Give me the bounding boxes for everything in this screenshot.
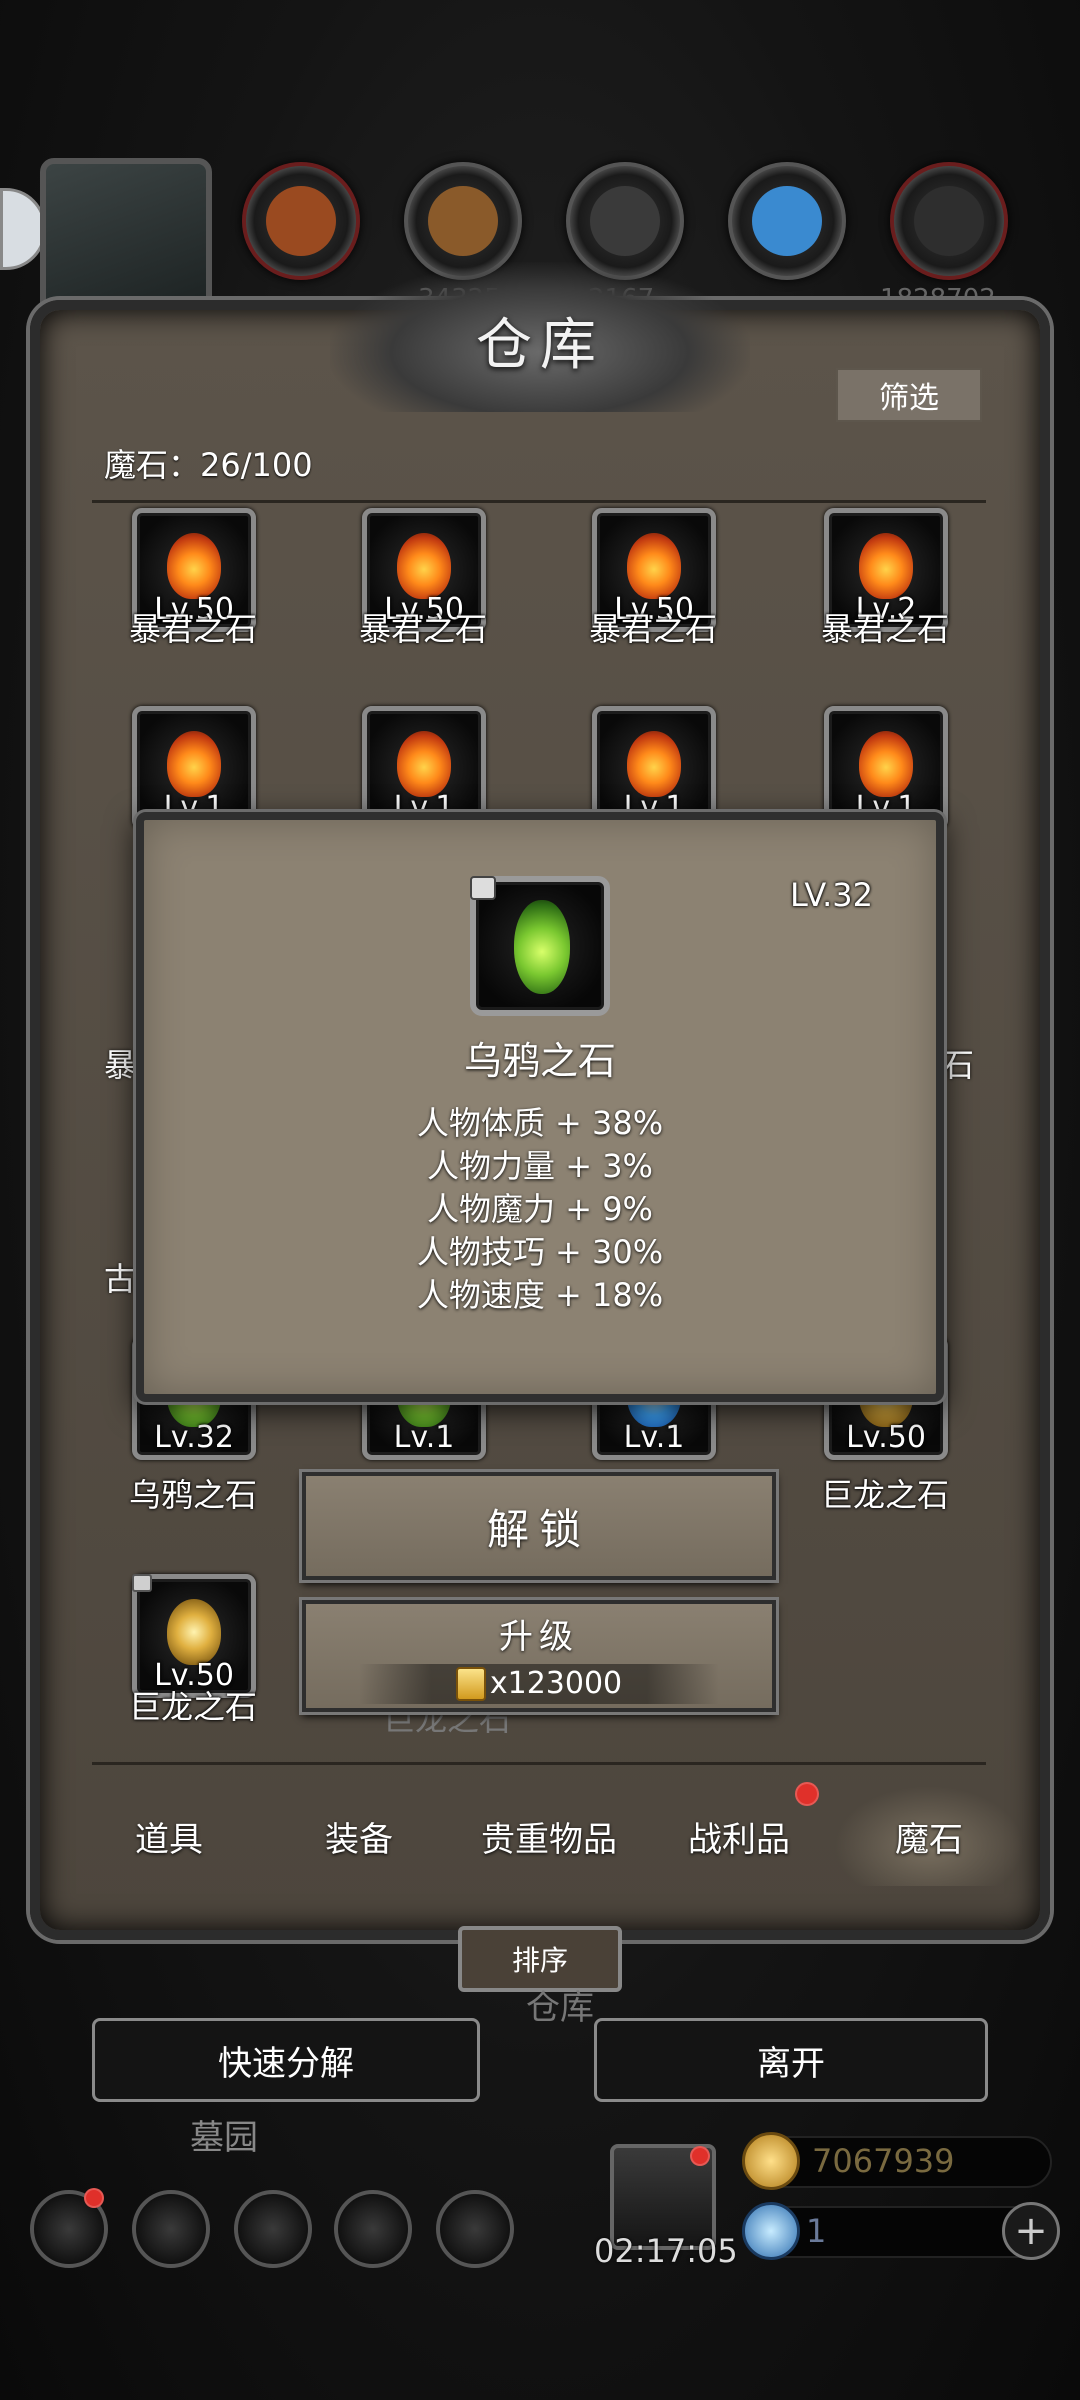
upgrade-button[interactable]: 升级 x123000	[302, 1600, 776, 1712]
lock-icon	[470, 876, 496, 900]
divider	[92, 1762, 986, 1765]
green-gem-icon	[514, 900, 570, 994]
fire-gem-icon	[167, 533, 221, 599]
stat-magic: 人物魔力 + 9%	[427, 1190, 653, 1228]
gold-coin-icon	[742, 2132, 800, 2190]
tab-equipment[interactable]: 装备	[264, 1786, 454, 1886]
achievement-icon[interactable]	[132, 2190, 210, 2268]
panel-title: 仓库	[476, 313, 604, 378]
item-name: 暴君之石	[128, 610, 257, 648]
chest-timer: 02:17:05	[594, 2232, 738, 2270]
filter-button[interactable]: 筛选	[836, 368, 982, 422]
category-tabs: 道具 装备 贵重物品 战利品 魔石	[74, 1786, 1024, 1886]
quick-decompose-button[interactable]: 快速分解	[92, 2018, 480, 2102]
add-crystal-button[interactable]: +	[1002, 2202, 1060, 2260]
unlock-button[interactable]: 解锁	[302, 1472, 776, 1580]
cost-value: x123000	[489, 1666, 623, 1701]
gold-coin-icon	[455, 1666, 486, 1701]
item-name: 暴君之石	[820, 610, 949, 648]
item-name: 巨龙之石	[128, 1688, 257, 1726]
tab-items[interactable]: 道具	[74, 1786, 264, 1886]
upgrade-label: 升级	[499, 1616, 579, 1657]
crystal-amount: 1	[806, 2212, 827, 2250]
tab-magic-stones[interactable]: 魔石	[834, 1786, 1024, 1886]
detail-level: LV.32	[790, 876, 873, 914]
item-slot[interactable]: Lv.50	[132, 1574, 256, 1698]
detail-name: 乌鸦之石	[463, 1039, 616, 1083]
item-name: 巨龙之石	[820, 1476, 949, 1514]
stats-list: 人物体质 + 38% 人物力量 + 3% 人物魔力 + 9% 人物技巧 + 30…	[300, 1102, 780, 1317]
gold-amount: 7067939	[812, 2142, 955, 2180]
divider	[92, 500, 986, 503]
fire-gem-icon	[627, 731, 681, 797]
notification-dot	[690, 2146, 710, 2166]
fire-gem-icon	[397, 533, 451, 599]
stat-constitution: 人物体质 + 38%	[416, 1104, 664, 1142]
fire-gem-icon	[167, 731, 221, 797]
gold-gem-icon	[167, 1599, 221, 1665]
mail-icon[interactable]	[334, 2190, 412, 2268]
stat-skill: 人物技巧 + 30%	[416, 1233, 664, 1271]
item-name: 乌鸦之石	[128, 1476, 257, 1514]
stat-strength: 人物力量 + 3%	[427, 1147, 653, 1185]
map-icon[interactable]	[234, 2190, 312, 2268]
warehouse-label: 仓库	[526, 1988, 594, 2028]
fire-gem-icon	[397, 731, 451, 797]
notification-dot	[795, 1782, 819, 1806]
item-name-partial: 石	[942, 1046, 975, 1084]
stat-speed: 人物速度 + 18%	[416, 1276, 664, 1314]
item-name-partial: 暴	[104, 1046, 137, 1084]
notification-dot	[84, 2188, 104, 2208]
fire-gem-icon	[859, 731, 913, 797]
shop-icon[interactable]	[436, 2190, 514, 2268]
item-name: 暴君之石	[588, 610, 717, 648]
item-name-partial: 古	[104, 1260, 137, 1298]
capacity-label: 魔石：26/100	[104, 446, 313, 484]
fire-gem-icon	[859, 533, 913, 599]
character-portrait[interactable]	[40, 158, 212, 318]
fire-gem-icon	[627, 533, 681, 599]
item-name: 暴君之石	[358, 610, 487, 648]
tab-valuables[interactable]: 贵重物品	[454, 1786, 644, 1886]
crystal-icon	[742, 2202, 800, 2260]
leave-button[interactable]: 离开	[594, 2018, 988, 2102]
upgrade-cost: x123000	[359, 1663, 719, 1704]
lock-icon	[132, 1574, 152, 1592]
graveyard-label: 墓园	[190, 2118, 258, 2158]
stone-resource-icon	[890, 162, 1008, 280]
